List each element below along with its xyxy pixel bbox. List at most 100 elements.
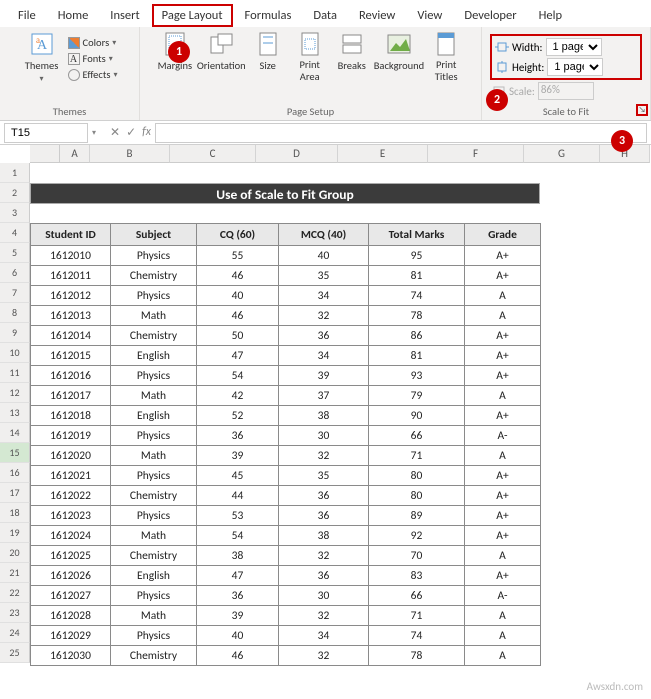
table-cell[interactable]: 1612020 [31,446,111,466]
column-header[interactable]: A [60,145,90,163]
row-header[interactable]: 13 [0,403,30,423]
tab-help[interactable]: Help [529,4,572,27]
table-cell[interactable]: 30 [279,426,369,446]
table-cell[interactable]: 32 [279,646,369,666]
table-cell[interactable]: English [111,566,197,586]
table-cell[interactable]: 35 [279,266,369,286]
tab-page-layout[interactable]: Page Layout [152,4,233,27]
table-cell[interactable]: A [465,446,541,466]
table-cell[interactable]: 34 [279,346,369,366]
table-cell[interactable]: 1612014 [31,326,111,346]
row-header[interactable]: 16 [0,463,30,483]
row-header[interactable]: 19 [0,523,30,543]
table-cell[interactable]: 46 [197,646,279,666]
table-cell[interactable]: 89 [369,506,465,526]
table-cell[interactable]: 46 [197,266,279,286]
table-cell[interactable]: 37 [279,386,369,406]
table-cell[interactable]: 38 [197,546,279,566]
table-cell[interactable]: A [465,546,541,566]
table-cell[interactable]: Physics [111,246,197,266]
table-cell[interactable]: 36 [279,506,369,526]
tab-file[interactable]: File [8,4,46,27]
table-cell[interactable]: Math [111,606,197,626]
row-header[interactable]: 7 [0,283,30,303]
table-cell[interactable]: A+ [465,346,541,366]
table-cell[interactable]: 1612019 [31,426,111,446]
table-cell[interactable]: A [465,626,541,646]
height-select[interactable]: 1 page [547,58,603,76]
print-titles-button[interactable]: Print Titles [426,31,466,82]
row-header[interactable]: 25 [0,643,30,663]
row-header[interactable]: 9 [0,323,30,343]
table-cell[interactable]: Physics [111,506,197,526]
column-header[interactable]: C [170,145,256,163]
tab-developer[interactable]: Developer [454,4,526,27]
table-cell[interactable]: 79 [369,386,465,406]
table-cell[interactable]: 38 [279,406,369,426]
table-header-cell[interactable]: Total Marks [369,224,465,246]
orientation-button[interactable]: Orientation [197,31,246,72]
table-cell[interactable]: 32 [279,606,369,626]
table-cell[interactable]: 1612022 [31,486,111,506]
table-cell[interactable]: 74 [369,286,465,306]
table-cell[interactable]: 34 [279,286,369,306]
row-header[interactable]: 22 [0,583,30,603]
table-cell[interactable]: 40 [197,626,279,646]
table-cell[interactable]: 1612030 [31,646,111,666]
table-cell[interactable]: 39 [279,366,369,386]
table-cell[interactable]: 66 [369,426,465,446]
tab-data[interactable]: Data [303,4,347,27]
table-cell[interactable]: 1612015 [31,346,111,366]
row-header[interactable]: 5 [0,243,30,263]
row-header[interactable]: 17 [0,483,30,503]
table-cell[interactable]: Chemistry [111,266,197,286]
table-cell[interactable]: A [465,286,541,306]
table-cell[interactable]: 53 [197,506,279,526]
row-header[interactable]: 24 [0,623,30,643]
table-cell[interactable]: A+ [465,526,541,546]
table-cell[interactable]: Math [111,526,197,546]
table-cell[interactable]: 32 [279,306,369,326]
table-cell[interactable]: 80 [369,486,465,506]
column-header[interactable]: F [428,145,524,163]
table-cell[interactable]: 1612010 [31,246,111,266]
row-header[interactable]: 12 [0,383,30,403]
table-cell[interactable]: 83 [369,566,465,586]
table-cell[interactable]: 39 [197,606,279,626]
table-cell[interactable]: 95 [369,246,465,266]
table-cell[interactable]: A+ [465,326,541,346]
table-cell[interactable]: 78 [369,306,465,326]
table-cell[interactable]: 81 [369,266,465,286]
table-cell[interactable]: 1612029 [31,626,111,646]
row-header[interactable]: 14 [0,423,30,443]
table-cell[interactable]: 92 [369,526,465,546]
row-header[interactable]: 20 [0,543,30,563]
table-cell[interactable]: Physics [111,466,197,486]
table-cell[interactable]: A+ [465,406,541,426]
table-cell[interactable]: 38 [279,526,369,546]
table-header-cell[interactable]: Grade [465,224,541,246]
table-cell[interactable]: A [465,646,541,666]
breaks-button[interactable]: Breaks [332,31,372,72]
row-header[interactable]: 21 [0,563,30,583]
table-cell[interactable]: 1612018 [31,406,111,426]
table-cell[interactable]: 1612026 [31,566,111,586]
row-header[interactable]: 23 [0,603,30,623]
row-header[interactable]: 11 [0,363,30,383]
table-cell[interactable]: 36 [279,566,369,586]
table-cell[interactable]: 35 [279,466,369,486]
table-cell[interactable]: 1612021 [31,466,111,486]
table-cell[interactable]: 54 [197,366,279,386]
table-cell[interactable]: 78 [369,646,465,666]
table-cell[interactable]: English [111,406,197,426]
table-cell[interactable]: 1612023 [31,506,111,526]
column-header[interactable]: E [338,145,428,163]
colors-button[interactable]: Colors▾ [68,35,118,50]
table-header-cell[interactable]: Student ID [31,224,111,246]
tab-review[interactable]: Review [349,4,405,27]
table-cell[interactable]: Physics [111,586,197,606]
size-button[interactable]: Size [248,31,288,72]
fonts-button[interactable]: AFonts▾ [68,51,118,66]
table-cell[interactable]: 1612028 [31,606,111,626]
width-select[interactable]: 1 page [546,38,602,56]
